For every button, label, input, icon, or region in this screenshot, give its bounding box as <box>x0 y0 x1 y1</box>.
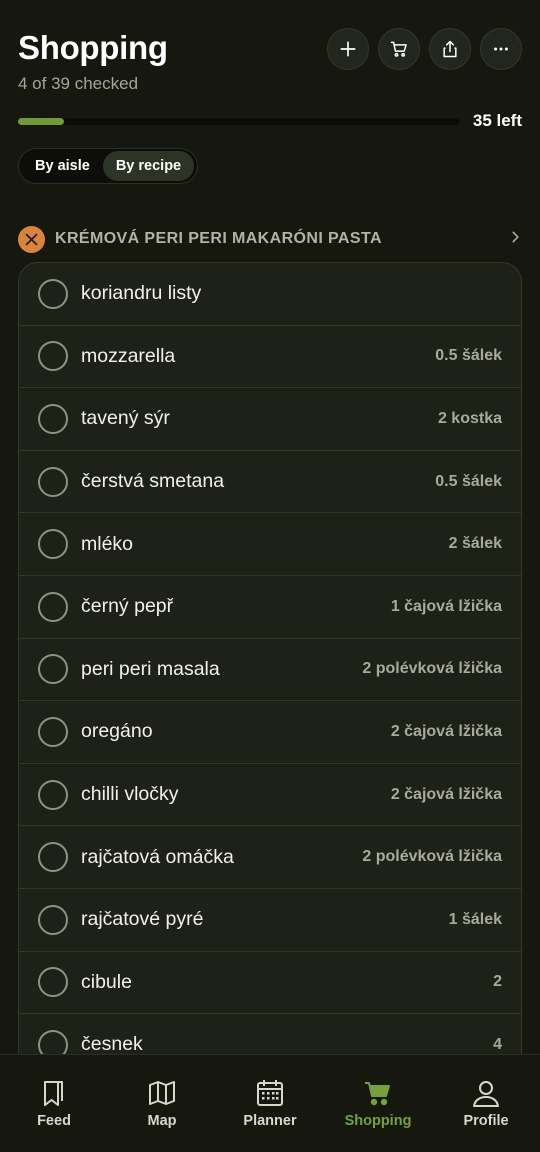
header-actions <box>327 28 522 70</box>
nav-map[interactable]: Map <box>112 1077 212 1129</box>
check-circle[interactable] <box>38 904 68 935</box>
item-name: mléko <box>81 532 134 555</box>
recipe-avatar <box>18 225 45 253</box>
list-item[interactable]: cibule 2 <box>19 952 521 1015</box>
more-button[interactable] <box>480 28 522 70</box>
nav-shopping[interactable]: Shopping <box>328 1077 428 1129</box>
item-name: rajčatová omáčka <box>81 845 234 868</box>
utensils-icon <box>25 233 38 245</box>
add-button[interactable] <box>327 28 369 70</box>
list-item[interactable]: chilli vločky 2 čajová lžička <box>19 764 521 827</box>
nav-label: Profile <box>463 1113 509 1129</box>
item-name: peri peri masala <box>81 657 220 680</box>
calendar-icon <box>257 1080 283 1106</box>
check-circle[interactable] <box>38 278 68 309</box>
ingredient-list: koriandru listy mozzarella 0.5 šálek tav… <box>18 262 522 1092</box>
cart-icon <box>365 1082 390 1106</box>
check-circle[interactable] <box>38 654 68 685</box>
item-quantity: 2 čajová lžička <box>390 722 502 740</box>
recipe-header[interactable]: KRÉMOVÁ PERI PERI MAKARÓNI PASTA <box>18 225 522 253</box>
bookmark-icon <box>44 1081 63 1106</box>
share-icon <box>443 40 457 58</box>
nav-label: Shopping <box>344 1113 412 1129</box>
item-quantity: 2 kostka <box>437 409 502 427</box>
item-name: oregáno <box>81 720 153 743</box>
item-name: černý pepř <box>81 595 174 618</box>
progress: 35 left <box>18 108 522 134</box>
list-item[interactable]: tavený sýr 2 kostka <box>19 388 521 451</box>
plus-icon <box>340 41 356 57</box>
check-circle[interactable] <box>38 529 68 560</box>
item-name: rajčatové pyré <box>81 908 204 931</box>
bottom-nav: Feed Map Planner Shopping Profile <box>0 1054 540 1152</box>
item-name: tavený sýr <box>81 407 170 430</box>
list-item[interactable]: mozzarella 0.5 šálek <box>19 326 521 389</box>
more-horizontal-icon <box>494 47 508 51</box>
progress-bar <box>18 118 460 125</box>
item-name: mozzarella <box>81 344 176 367</box>
check-circle[interactable] <box>38 779 68 810</box>
view-toggle: By aisle By recipe <box>18 148 199 184</box>
list-item[interactable]: koriandru listy <box>19 263 521 326</box>
list-item[interactable]: oregáno 2 čajová lžička <box>19 701 521 764</box>
profile-icon <box>473 1081 499 1107</box>
list-item[interactable]: mléko 2 šálek <box>19 513 521 576</box>
progress-fill <box>18 118 64 125</box>
check-circle[interactable] <box>38 591 68 622</box>
tab-by-aisle[interactable]: By aisle <box>22 151 103 181</box>
checked-count: 4 of 39 checked <box>18 74 139 93</box>
item-quantity: 1 šálek <box>448 910 502 928</box>
nav-feed[interactable]: Feed <box>4 1077 104 1129</box>
check-circle[interactable] <box>38 466 68 497</box>
check-circle[interactable] <box>38 403 68 434</box>
item-quantity: 2 čajová lžička <box>390 785 502 803</box>
check-circle[interactable] <box>38 967 68 998</box>
item-name: čerstvá smetana <box>81 470 225 493</box>
list-item[interactable]: rajčatové pyré 1 šálek <box>19 889 521 952</box>
item-quantity: 2 polévková lžička <box>362 848 502 866</box>
list-item[interactable]: peri peri masala 2 polévková lžička <box>19 639 521 702</box>
check-circle[interactable] <box>38 842 68 873</box>
cart-icon <box>390 41 407 57</box>
nav-label: Planner <box>243 1113 297 1129</box>
check-circle[interactable] <box>38 716 68 747</box>
item-quantity: 4 <box>493 1035 502 1053</box>
map-icon <box>149 1081 175 1105</box>
chevron-right-icon <box>508 230 522 249</box>
nav-label: Feed <box>37 1113 71 1129</box>
item-name: cibule <box>81 970 132 993</box>
nav-label: Map <box>147 1113 177 1129</box>
header: Shopping 4 of 39 checked <box>18 26 522 96</box>
item-name: chilli vločky <box>81 783 179 806</box>
list-item[interactable]: rajčatová omáčka 2 polévková lžička <box>19 826 521 889</box>
item-quantity: 2 šálek <box>448 535 502 553</box>
item-quantity: 1 čajová lžička <box>390 597 502 615</box>
item-name: česnek <box>81 1033 143 1056</box>
item-quantity: 0.5 šálek <box>435 347 502 365</box>
share-button[interactable] <box>429 28 471 70</box>
list-item[interactable]: čerstvá smetana 0.5 šálek <box>19 451 521 514</box>
nav-planner[interactable]: Planner <box>220 1077 320 1129</box>
tab-by-recipe[interactable]: By recipe <box>102 151 195 181</box>
cart-button[interactable] <box>378 28 420 70</box>
nav-profile[interactable]: Profile <box>436 1077 536 1129</box>
check-circle[interactable] <box>38 341 68 372</box>
item-name: koriandru listy <box>81 282 202 305</box>
item-quantity: 0.5 šálek <box>435 472 502 490</box>
item-quantity: 2 polévková lžička <box>362 660 502 678</box>
list-item[interactable]: černý pepř 1 čajová lžička <box>19 576 521 639</box>
item-quantity: 2 <box>493 973 502 991</box>
recipe-title: KRÉMOVÁ PERI PERI MAKARÓNI PASTA <box>55 230 382 247</box>
items-left-count: 35 left <box>472 111 522 130</box>
